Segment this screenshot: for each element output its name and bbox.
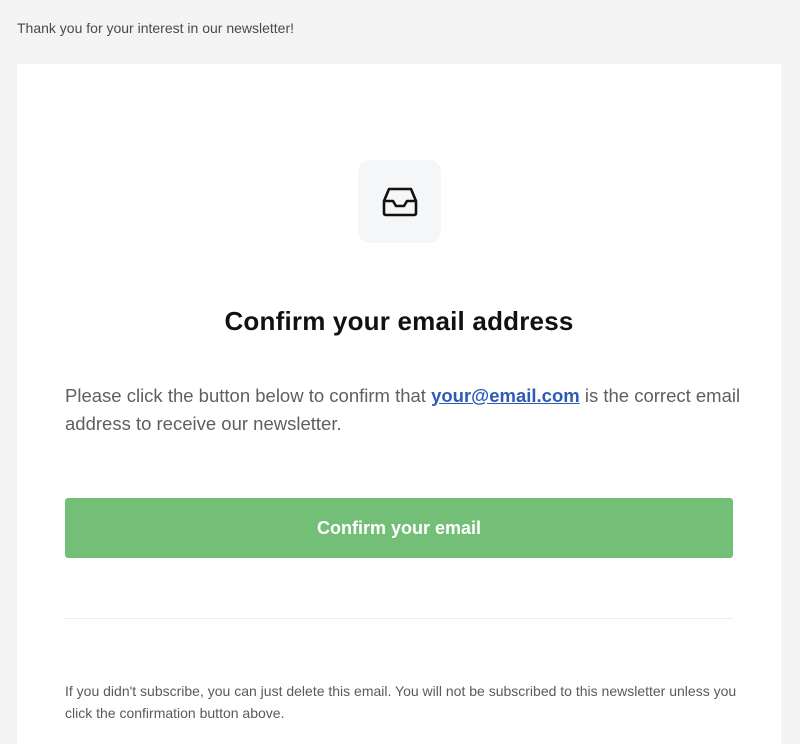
confirm-email-button[interactable]: Confirm your email bbox=[65, 498, 733, 558]
preheader-text: Thank you for your interest in our newsl… bbox=[17, 20, 295, 36]
email-link[interactable]: your@email.com bbox=[431, 385, 580, 406]
divider bbox=[65, 618, 733, 619]
email-card: Confirm your email address Please click … bbox=[17, 64, 781, 744]
page-title: Confirm your email address bbox=[224, 306, 574, 336]
icon-container bbox=[358, 160, 441, 243]
footer-text: If you didn't subscribe, you can just de… bbox=[65, 683, 737, 721]
body-text: Please click the button below to confirm… bbox=[65, 382, 745, 438]
body-text-before: Please click the button below to confirm… bbox=[65, 385, 432, 406]
inbox-icon bbox=[382, 187, 417, 216]
